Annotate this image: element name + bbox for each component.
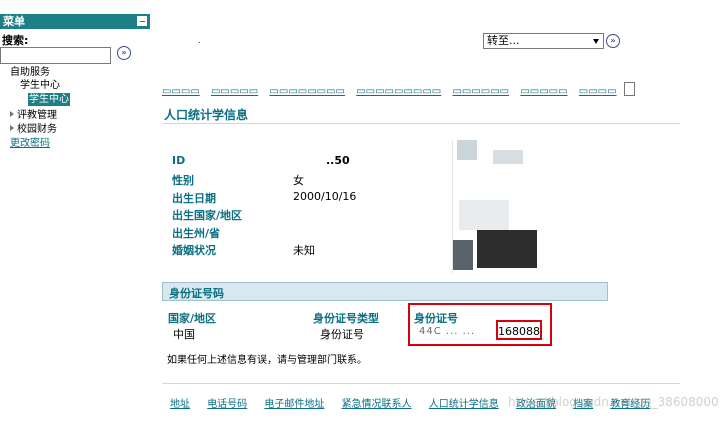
sidebar-item-student-center[interactable]: 学生中心 <box>20 79 60 92</box>
top-tab[interactable]: ▭▭▭▭▭ <box>520 86 567 97</box>
student-photo <box>452 140 548 274</box>
expand-triangle-icon <box>10 111 14 117</box>
field-label-id: ID <box>172 154 186 167</box>
field-label-birth-country: 出生国家/地区 <box>172 209 243 222</box>
top-tab[interactable]: ▭▭▭▭▭▭ <box>452 86 509 97</box>
sidebar-item-finance[interactable]: 校园财务 <box>10 123 57 136</box>
sidebar-item-student-center-selected[interactable]: 学生中心 <box>28 93 70 106</box>
goto-select[interactable]: 转至... <box>483 33 604 49</box>
id-section-title: 身份证号码 <box>169 287 224 300</box>
bottom-nav-demographics[interactable]: 人口统计学信息 <box>429 399 499 410</box>
footer-note: 如果任何上述信息有误，请与管理部门联系。 <box>167 355 367 366</box>
search-go-icon[interactable]: » <box>117 46 131 60</box>
column-header-id-type: 身份证号类型 <box>313 312 379 325</box>
top-tab[interactable]: ▭▭▭▭▭ <box>211 86 258 97</box>
sidebar: 菜单 搜索: » 自助服务 学生中心 学生中心 评教管理 校园财务 更改密码 <box>0 0 150 421</box>
search-label: 搜索: <box>2 34 29 47</box>
field-label-birthdate: 出生日期 <box>172 192 216 205</box>
collapse-icon[interactable] <box>137 16 147 26</box>
column-header-country: 国家/地区 <box>168 312 217 325</box>
field-label-gender: 性别 <box>172 174 194 187</box>
id-section-header <box>162 282 608 301</box>
menu-header: 菜单 <box>0 14 150 29</box>
field-value-birthdate: 2000/10/16 <box>293 190 357 203</box>
field-label-birth-province: 出生州/省 <box>172 227 221 240</box>
sidebar-item-evaluation[interactable]: 评教管理 <box>10 109 57 122</box>
top-tab[interactable]: ▭▭▭▭ <box>579 86 617 97</box>
field-value-gender: 女 <box>293 174 304 187</box>
watermark: https://blog.csdn.net/qq_38608000 <box>508 395 719 409</box>
goto-select-value: 转至... <box>487 34 520 47</box>
menu-title: 菜单 <box>3 15 25 28</box>
cell-country: 中国 <box>173 328 195 341</box>
dropdown-arrow-icon <box>593 39 599 44</box>
divider <box>162 123 680 124</box>
header-dot: . <box>198 36 201 45</box>
top-tab-row: ▭▭▭▭ ▭▭▭▭▭ ▭▭▭▭▭▭▭▭ ▭▭▭▭▭▭▭▭▭ ▭▭▭▭▭▭ ▭▭▭… <box>162 86 632 98</box>
field-label-marital-status: 婚姻状况 <box>172 244 216 257</box>
field-value-marital-status: 未知 <box>293 244 315 257</box>
top-tab[interactable]: ▭▭▭▭▭▭▭▭ <box>269 86 345 97</box>
bottom-nav-emergency[interactable]: 紧急情况联系人 <box>342 399 412 410</box>
highlight-box-inner <box>496 320 542 340</box>
bottom-nav-address[interactable]: 地址 <box>170 399 190 410</box>
sidebar-item-self-service[interactable]: 自助服务 <box>10 66 50 79</box>
bottom-nav-email[interactable]: 电子邮件地址 <box>264 399 324 410</box>
page-icon[interactable] <box>624 82 635 96</box>
bottom-nav-phone[interactable]: 电话号码 <box>207 399 247 410</box>
top-tab[interactable]: ▭▭▭▭▭▭▭▭▭ <box>356 86 441 97</box>
divider <box>162 383 680 384</box>
search-input[interactable] <box>0 47 111 64</box>
sidebar-item-change-password[interactable]: 更改密码 <box>10 137 50 150</box>
field-value-id: ..50 <box>326 154 350 167</box>
goto-go-icon[interactable]: » <box>606 34 620 48</box>
top-tab[interactable]: ▭▭▭▭ <box>162 86 200 97</box>
page-title: 人口统计学信息 <box>164 108 249 122</box>
sidebar-item-label: 评教管理 <box>17 110 57 121</box>
sidebar-item-label: 校园财务 <box>17 124 57 135</box>
cell-id-type: 身份证号 <box>320 328 364 341</box>
expand-triangle-icon <box>10 125 14 131</box>
